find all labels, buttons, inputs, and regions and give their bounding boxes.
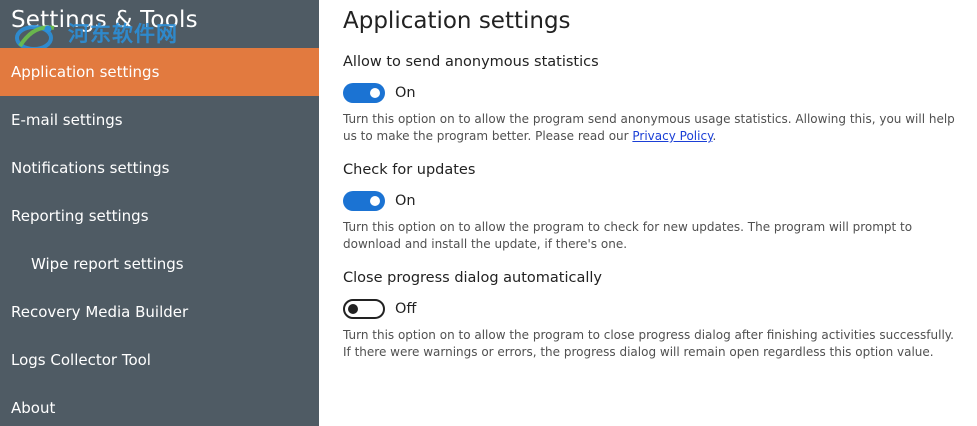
sidebar-item-reporting-settings[interactable]: Reporting settings: [0, 192, 319, 240]
toggle-state-label: Off: [395, 301, 417, 317]
sidebar-item-email-settings[interactable]: E-mail settings: [0, 96, 319, 144]
description-end: .: [712, 129, 717, 143]
toggle-knob: [370, 196, 380, 206]
sidebar-item-recovery-media-builder[interactable]: Recovery Media Builder: [0, 288, 319, 336]
setting-close-progress-dialog: Close progress dialog automatically Off …: [343, 270, 963, 359]
sidebar-nav: Application settings E-mail settings Not…: [0, 48, 319, 426]
sidebar-item-notifications-settings[interactable]: Notifications settings: [0, 144, 319, 192]
setting-label: Check for updates: [343, 162, 476, 178]
toggle-knob: [348, 304, 358, 314]
sidebar-title: Settings & Tools: [11, 7, 198, 33]
setting-label: Allow to send anonymous statistics: [343, 54, 599, 70]
sidebar-item-logs-collector-tool[interactable]: Logs Collector Tool: [0, 336, 319, 384]
sidebar-item-application-settings[interactable]: Application settings: [0, 48, 319, 96]
setting-label: Close progress dialog automatically: [343, 270, 602, 286]
check-for-updates-toggle[interactable]: [343, 191, 385, 211]
setting-check-for-updates: Check for updates On Turn this option on…: [343, 162, 963, 251]
toggle-state-label: On: [395, 193, 416, 209]
page-title: Application settings: [343, 8, 571, 34]
sidebar-item-about[interactable]: About: [0, 384, 319, 426]
close-progress-dialog-toggle[interactable]: [343, 299, 385, 319]
toggle-knob: [370, 88, 380, 98]
setting-anonymous-statistics: Allow to send anonymous statistics On Tu…: [343, 54, 963, 143]
toggle-state-label: On: [395, 85, 416, 101]
setting-description: Turn this option on to allow the program…: [343, 111, 958, 145]
privacy-policy-link[interactable]: Privacy Policy: [632, 129, 712, 143]
setting-description: Turn this option on to allow the program…: [343, 328, 954, 359]
sidebar-item-wipe-report-settings[interactable]: Wipe report settings: [0, 240, 319, 288]
anonymous-statistics-toggle[interactable]: [343, 83, 385, 103]
sidebar: Settings & Tools 河东软件网 www.pc0359.cn App…: [0, 0, 319, 426]
main-content: Application settings Allow to send anony…: [319, 0, 977, 426]
setting-description: Turn this option on to allow the program…: [343, 220, 913, 251]
